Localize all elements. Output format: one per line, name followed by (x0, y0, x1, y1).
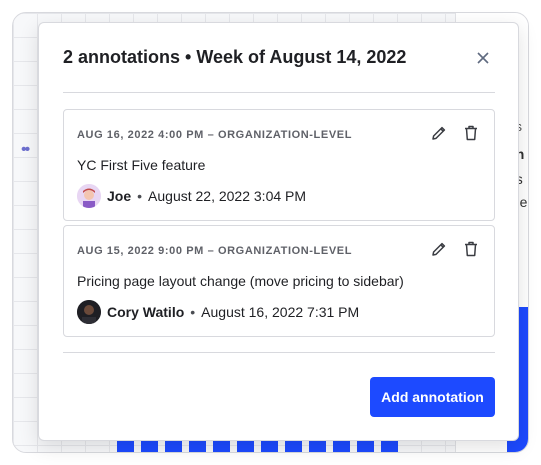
popover-title: 2 annotations • Week of August 14, 2022 (63, 47, 407, 67)
separator: • (190, 304, 196, 320)
edit-icon[interactable] (430, 240, 448, 258)
annotation-card: AUG 16, 2022 4:00 PM – ORGANIZATION-LEVE… (63, 109, 495, 221)
annotations-popover: 2 annotations • Week of August 14, 2022 … (38, 22, 519, 441)
annotation-author-row: Cory Watilo • August 16, 2022 7:31 PM (77, 300, 359, 324)
author-name: Cory Watilo (107, 304, 185, 320)
annotation-meta: AUG 15, 2022 9:00 PM – ORGANIZATION-LEVE… (77, 245, 353, 257)
annotation-text: YC First Five feature (77, 157, 206, 173)
background-dots: •• (21, 141, 30, 158)
delete-icon[interactable] (462, 240, 480, 258)
separator: • (137, 188, 143, 204)
delete-icon[interactable] (462, 124, 480, 142)
footer-divider (63, 352, 495, 353)
annotation-actions (430, 240, 480, 258)
avatar (77, 300, 101, 324)
annotation-text: Pricing page layout change (move pricing… (77, 273, 404, 289)
edit-icon[interactable] (430, 124, 448, 142)
close-icon[interactable] (471, 46, 495, 70)
avatar (77, 184, 101, 208)
author-name: Joe (107, 188, 132, 204)
annotation-author-row: Joe • August 22, 2022 3:04 PM (77, 184, 306, 208)
annotation-timestamp: August 16, 2022 7:31 PM (201, 304, 360, 320)
annotation-meta: AUG 16, 2022 4:00 PM – ORGANIZATION-LEVE… (77, 129, 353, 141)
annotation-timestamp: August 22, 2022 3:04 PM (148, 188, 307, 204)
annotation-actions (430, 124, 480, 142)
add-annotation-button[interactable]: Add annotation (370, 377, 495, 417)
annotation-card: AUG 15, 2022 9:00 PM – ORGANIZATION-LEVE… (63, 225, 495, 337)
popover-header: 2 annotations • Week of August 14, 2022 (63, 23, 495, 93)
